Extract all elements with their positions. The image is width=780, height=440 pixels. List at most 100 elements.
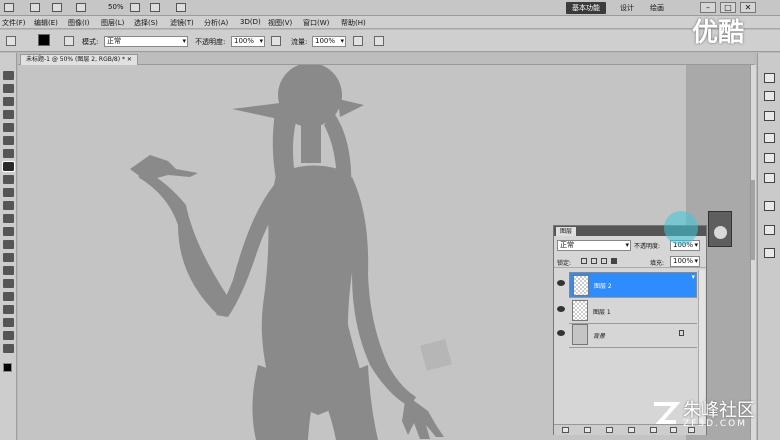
menu-file[interactable]: 文件(F)	[2, 18, 26, 28]
zoom-tool-icon[interactable]	[150, 3, 160, 12]
visibility-eye-icon[interactable]	[557, 306, 565, 312]
link-layers-icon[interactable]	[562, 427, 569, 433]
eyedropper-tool-icon[interactable]	[3, 136, 14, 145]
scrollbar-thumb[interactable]	[751, 180, 755, 260]
menu-analysis[interactable]: 分析(A)	[204, 18, 228, 28]
layer-name: 图层 1	[593, 309, 611, 316]
dodge-tool-icon[interactable]	[3, 240, 14, 249]
arrange-documents-icon[interactable]	[176, 3, 186, 12]
application-bar: 50% 基本功能 设计 绘画 – □ ✕	[0, 0, 780, 16]
workspace-essentials[interactable]: 基本功能	[566, 2, 606, 14]
menu-filter[interactable]: 滤镜(T)	[170, 18, 194, 28]
layer-row-2[interactable]: 图层 2	[569, 272, 697, 298]
zoom-level[interactable]: 50%	[108, 3, 124, 11]
blend-mode-select[interactable]: 正常	[557, 240, 631, 251]
lock-row: 锁定: 填充: 100%	[554, 256, 706, 268]
menu-3d[interactable]: 3D(D)	[240, 18, 261, 26]
navigator-icon[interactable]	[714, 226, 727, 239]
tool-presets-panel-icon[interactable]	[764, 248, 775, 258]
crop-tool-icon[interactable]	[3, 123, 14, 132]
photoshop-window: 50% 基本功能 设计 绘画 – □ ✕ 文件(F) 编辑(E) 图像(I) 图…	[0, 0, 780, 440]
menu-window[interactable]: 窗口(W)	[303, 18, 329, 28]
clone-stamp-tool-icon[interactable]	[3, 175, 14, 184]
toggle-brush-panel-icon[interactable]	[64, 36, 74, 46]
layer-thumbnail	[572, 300, 588, 321]
pressure-opacity-icon[interactable]	[271, 36, 281, 46]
layer-name: 图层 2	[594, 283, 612, 290]
layer-row-1[interactable]: 图层 1	[569, 298, 697, 324]
fill-input[interactable]: 100%	[670, 256, 700, 267]
flow-input[interactable]: 100%	[312, 36, 346, 47]
lock-all-icon[interactable]	[611, 258, 617, 264]
airbrush-icon[interactable]	[353, 36, 363, 46]
lasso-tool-icon[interactable]	[3, 97, 14, 106]
lock-position-icon[interactable]	[601, 258, 607, 264]
menu-view[interactable]: 视图(V)	[268, 18, 292, 28]
marquee-tool-icon[interactable]	[3, 84, 14, 93]
adjustments-panel-icon[interactable]	[764, 133, 775, 143]
masks-panel-icon[interactable]	[764, 153, 775, 163]
move-tool-icon[interactable]	[3, 71, 14, 80]
gradient-tool-icon[interactable]	[3, 214, 14, 223]
workspace-design[interactable]: 设计	[614, 2, 640, 14]
youku-watermark: 优酷	[692, 18, 745, 48]
ps-logo-icon	[4, 3, 14, 12]
right-panel-dock	[757, 53, 780, 440]
lock-pixels-icon[interactable]	[591, 258, 597, 264]
hand-tool-icon[interactable]	[3, 331, 14, 340]
brush-tool-icon[interactable]	[2, 161, 15, 172]
document-tab-bar: 未标题-1 @ 50% (图层 2, RGB/8) * ✕	[18, 53, 754, 65]
path-select-tool-icon[interactable]	[3, 279, 14, 288]
mode-select[interactable]: 正常	[104, 36, 188, 47]
healing-tool-icon[interactable]	[3, 149, 14, 158]
layer-opacity-label: 不透明度:	[634, 243, 661, 250]
history-brush-tool-icon[interactable]	[3, 188, 14, 197]
layer-style-icon[interactable]	[584, 427, 591, 433]
layers-panel-icon[interactable]	[764, 173, 775, 183]
shape-tool-icon[interactable]	[3, 292, 14, 301]
layer-row-background[interactable]: 背景	[569, 322, 697, 348]
3d-rotate-tool-icon[interactable]	[3, 305, 14, 314]
collapsed-panel[interactable]	[708, 211, 732, 247]
color-panel-icon[interactable]	[764, 73, 775, 83]
foreground-color-swatch[interactable]	[38, 34, 50, 46]
menu-help[interactable]: 帮助(H)	[341, 18, 366, 28]
lock-label: 锁定:	[557, 260, 572, 267]
visibility-eye-icon[interactable]	[557, 330, 565, 336]
lock-transparency-icon[interactable]	[581, 258, 587, 264]
visibility-eye-icon[interactable]	[557, 280, 565, 286]
swatches-panel-icon[interactable]	[764, 91, 775, 101]
tools-panel	[0, 53, 17, 440]
document-tab[interactable]: 未标题-1 @ 50% (图层 2, RGB/8) * ✕	[20, 54, 138, 65]
lock-icon	[679, 330, 684, 336]
hand-tool-icon[interactable]	[130, 3, 140, 12]
brush-preset-icon[interactable]	[6, 36, 16, 46]
bridge-icon[interactable]	[30, 3, 40, 12]
brush-panel-icon[interactable]	[764, 201, 775, 211]
quick-select-tool-icon[interactable]	[3, 110, 14, 119]
clone-source-panel-icon[interactable]	[764, 225, 775, 235]
view-extras-icon[interactable]	[76, 3, 86, 12]
pressure-size-icon[interactable]	[374, 36, 384, 46]
menu-bar: 文件(F) 编辑(E) 图像(I) 图层(L) 选择(S) 滤镜(T) 分析(A…	[0, 16, 780, 29]
zoom-tool-icon[interactable]	[3, 344, 14, 353]
menu-edit[interactable]: 编辑(E)	[34, 18, 58, 28]
3d-orbit-tool-icon[interactable]	[3, 318, 14, 327]
layers-tab[interactable]: 图层	[556, 227, 577, 236]
blur-tool-icon[interactable]	[3, 227, 14, 236]
add-mask-icon[interactable]	[606, 427, 613, 433]
workspace-painting[interactable]: 绘画	[644, 2, 670, 14]
menu-select[interactable]: 选择(S)	[134, 18, 158, 28]
new-adjustment-layer-icon[interactable]	[628, 427, 635, 433]
opacity-label: 不透明度:	[195, 38, 226, 46]
styles-panel-icon[interactable]	[764, 111, 775, 121]
pen-tool-icon[interactable]	[3, 253, 14, 262]
type-tool-icon[interactable]	[3, 266, 14, 275]
menu-image[interactable]: 图像(I)	[68, 18, 90, 28]
eraser-tool-icon[interactable]	[3, 201, 14, 210]
minibridge-icon[interactable]	[52, 3, 62, 12]
foreground-color-icon[interactable]	[3, 363, 12, 372]
cursor-highlight	[664, 211, 698, 245]
opacity-input[interactable]: 100%	[231, 36, 265, 47]
menu-layer[interactable]: 图层(L)	[101, 18, 124, 28]
